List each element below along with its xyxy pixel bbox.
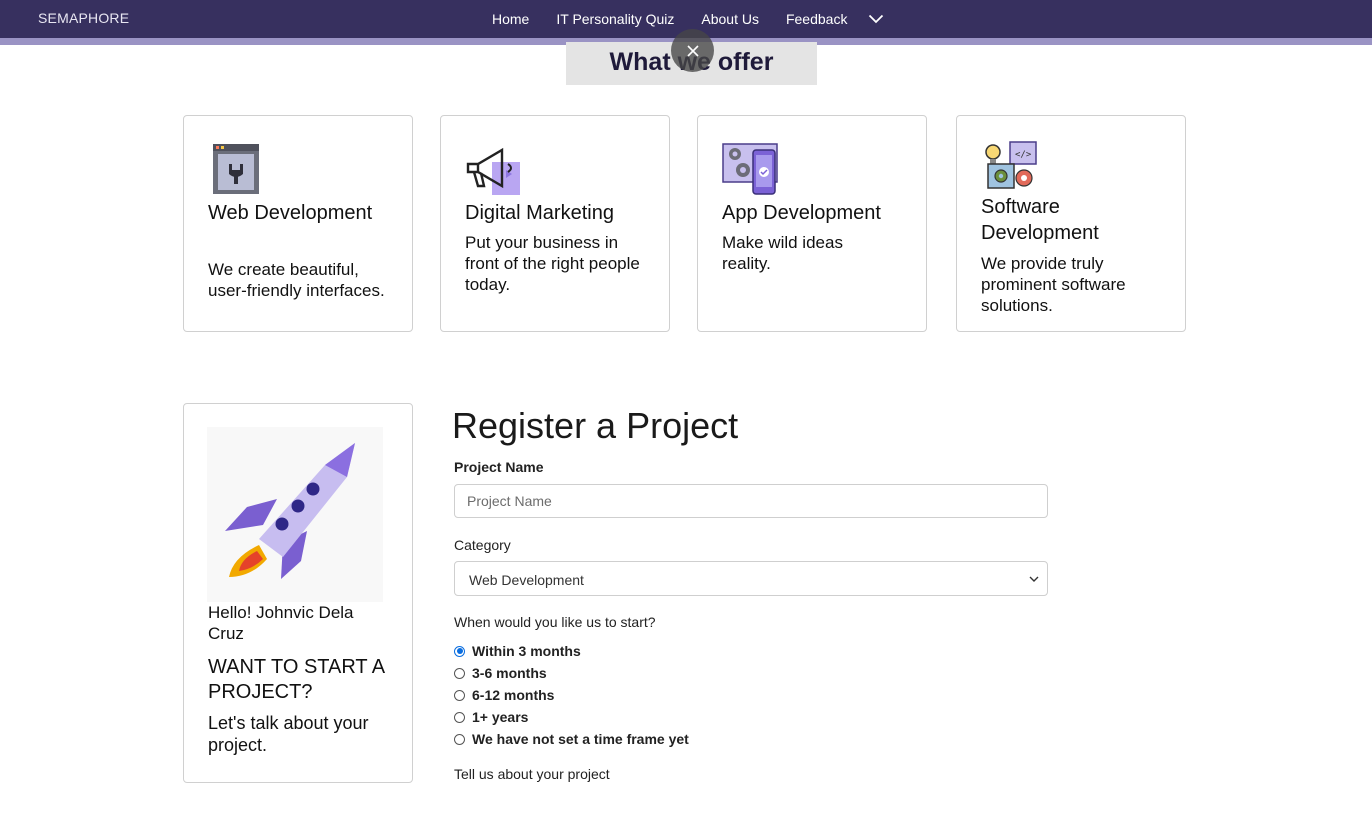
service-title: Web Development — [208, 202, 373, 224]
close-icon — [686, 44, 699, 57]
nav-link-about-us[interactable]: About Us — [701, 11, 759, 27]
service-description: We provide truly prominent software solu… — [981, 254, 1126, 315]
radio-label: Within 3 months — [472, 643, 581, 659]
software-gears-icon: </> — [985, 141, 1037, 189]
radio-button[interactable] — [454, 689, 465, 701]
project-description-label: Tell us about your project — [454, 766, 610, 782]
service-title: Software Development — [981, 196, 1099, 244]
service-description: Make wild ideas reality. — [722, 233, 843, 273]
rocket-illustration — [207, 427, 383, 602]
nav-link-it-personality-quiz[interactable]: IT Personality Quiz — [556, 11, 674, 27]
radio-label: We have not set a time frame yet — [472, 731, 689, 747]
category-select[interactable]: Web Development — [454, 561, 1048, 596]
radio-label: 1+ years — [472, 709, 529, 725]
service-card-app-development[interactable]: App Development Make wild ideas reality. — [697, 115, 927, 332]
service-title: App Development — [722, 202, 881, 224]
chevron-down-icon — [1029, 576, 1039, 582]
profile-card: Hello! Johnvic Dela Cruz WANT TO START A… — [183, 403, 413, 783]
svg-text:</>: </> — [1015, 150, 1032, 160]
service-card-web-development[interactable]: Web Development We create beautiful, use… — [183, 115, 413, 332]
radio-label: 3-6 months — [472, 665, 547, 681]
chevron-down-icon[interactable] — [868, 11, 884, 27]
megaphone-icon — [466, 147, 520, 195]
radio-label: 6-12 months — [472, 687, 555, 703]
nav-link-feedback[interactable]: Feedback — [786, 11, 847, 27]
cta-headline: WANT TO START A PROJECT? — [208, 656, 384, 703]
service-title: Digital Marketing — [465, 202, 614, 224]
category-selected-value: Web Development — [469, 572, 584, 588]
close-button[interactable] — [671, 29, 714, 72]
service-card-software-development[interactable]: </> Software Development We provide trul… — [956, 115, 1186, 332]
cta-subtext: Let's talk about your project. — [208, 713, 369, 755]
start-option-no-time-frame[interactable]: We have not set a time frame yet — [454, 731, 689, 747]
project-name-label: Project Name — [454, 459, 544, 475]
rocket-icon — [225, 443, 355, 579]
web-development-icon — [213, 144, 259, 194]
category-label: Category — [454, 537, 511, 553]
brand-logo[interactable]: SEMAPHORE — [38, 10, 129, 26]
user-greeting: Hello! Johnvic Dela Cruz — [208, 603, 354, 643]
form-title: Register a Project — [452, 405, 739, 446]
service-description: We create beautiful, user-friendly inter… — [208, 260, 385, 300]
start-option-3-6-months[interactable]: 3-6 months — [454, 665, 547, 681]
radio-button[interactable] — [454, 667, 465, 679]
start-option-1-plus-years[interactable]: 1+ years — [454, 709, 528, 725]
project-name-input[interactable] — [454, 484, 1048, 518]
start-option-6-12-months[interactable]: 6-12 months — [454, 687, 554, 703]
start-option-within-3-months[interactable]: Within 3 months — [454, 643, 581, 659]
service-card-digital-marketing[interactable]: Digital Marketing Put your business in f… — [440, 115, 670, 332]
radio-button[interactable] — [454, 645, 465, 657]
nav-link-home[interactable]: Home — [492, 11, 529, 27]
service-description: Put your business in front of the right … — [465, 233, 640, 294]
start-time-label: When would you like us to start? — [454, 614, 656, 630]
radio-button[interactable] — [454, 733, 465, 745]
mobile-app-icon — [722, 143, 778, 195]
radio-button[interactable] — [454, 711, 465, 723]
